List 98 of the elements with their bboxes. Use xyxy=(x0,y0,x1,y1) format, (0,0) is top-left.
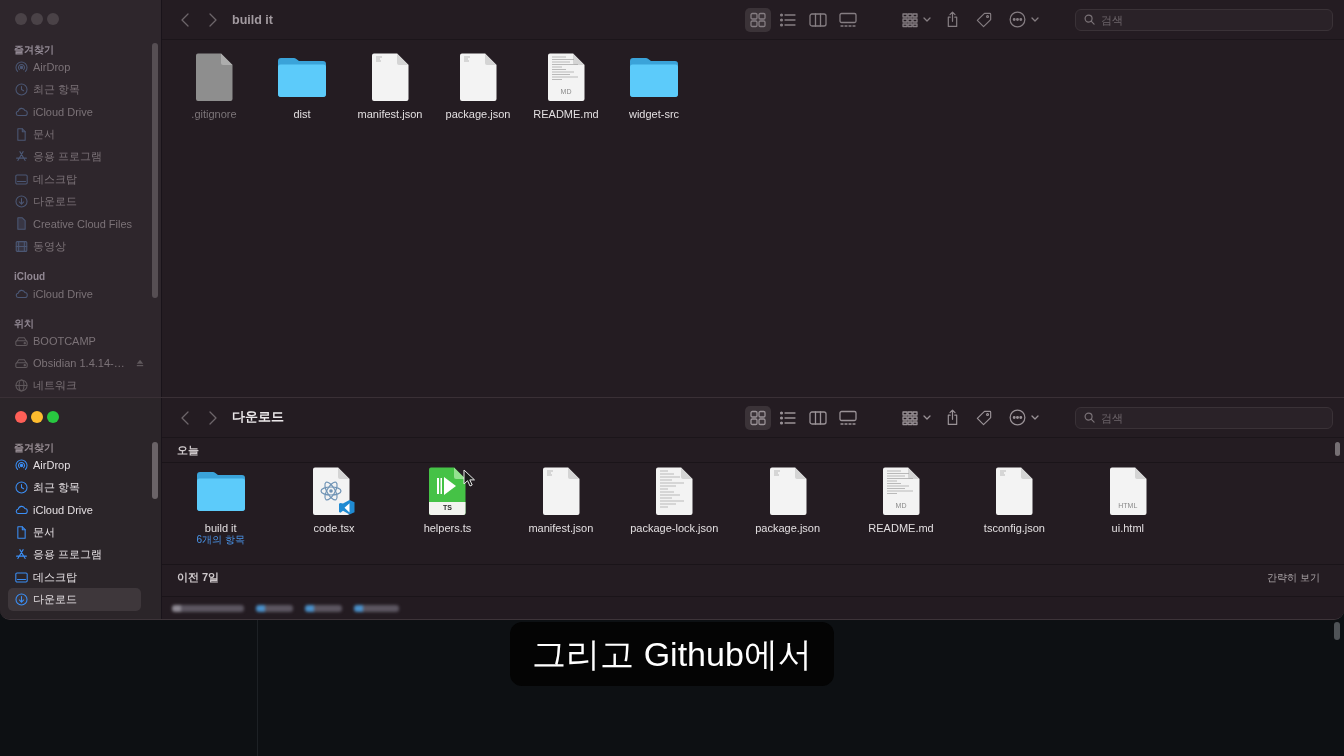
caret-icon xyxy=(922,415,931,420)
clock-icon xyxy=(15,481,28,495)
caret-icon xyxy=(922,17,931,22)
tag-icon xyxy=(976,11,992,28)
section-heading: 이전 7일 xyxy=(177,570,220,585)
file-name[interactable]: package.json xyxy=(755,522,821,534)
caret-icon xyxy=(1031,17,1039,22)
gallery-icon xyxy=(839,11,857,28)
zoom-button[interactable] xyxy=(47,411,59,423)
drive-icon xyxy=(15,334,28,348)
document-icon[interactable] xyxy=(882,467,921,515)
scrollbar-thumb[interactable] xyxy=(1334,622,1340,640)
gallery-icon xyxy=(839,409,857,426)
grid-icon xyxy=(749,409,767,426)
tiles-icon xyxy=(901,11,918,28)
chevron-right-icon xyxy=(209,410,217,425)
caption: 그리고 Github에서 xyxy=(510,622,834,686)
search-icon xyxy=(1084,14,1095,25)
grid-view-button[interactable] xyxy=(745,405,771,430)
sidebar-item[interactable]: 최근 항목 xyxy=(8,476,141,499)
search-icon xyxy=(1084,412,1095,423)
cloud-icon xyxy=(15,503,28,517)
list-icon xyxy=(779,409,797,426)
document-icon[interactable] xyxy=(1108,467,1147,515)
drive-icon xyxy=(15,357,28,370)
document-icon xyxy=(15,127,28,141)
search-field[interactable]: 검색 xyxy=(1075,406,1333,429)
blurred-path-item[interactable] xyxy=(256,604,293,612)
chevron-left-icon xyxy=(181,410,189,425)
monitor-icon xyxy=(15,570,28,584)
play-document-icon[interactable] xyxy=(428,467,467,515)
ellipsis-icon xyxy=(1009,11,1026,28)
document-icon[interactable] xyxy=(541,467,580,515)
blurred-path-item[interactable] xyxy=(172,604,244,612)
eject-icon xyxy=(135,359,144,368)
sidebar-heading: 위치 xyxy=(13,316,35,330)
file-name[interactable]: build it xyxy=(204,522,237,534)
sidebar-heading: 즐겨찾기 xyxy=(13,43,55,56)
atom-document-icon[interactable] xyxy=(312,467,357,515)
sidebar-item[interactable]: 문서 xyxy=(8,521,141,544)
document-icon xyxy=(15,525,28,539)
window-title: 다운로드 xyxy=(232,409,284,426)
show-less-link[interactable]: 간략히 보기 xyxy=(1267,570,1320,585)
download-icon xyxy=(15,195,28,209)
globe-icon xyxy=(15,379,28,393)
back-button[interactable] xyxy=(179,409,191,426)
ellipsis-icon xyxy=(1009,409,1026,426)
sidebar-item[interactable]: iCloud Drive xyxy=(8,498,141,522)
folder-icon[interactable] xyxy=(196,471,245,511)
document-icon xyxy=(15,217,28,231)
file-name[interactable]: package-lock.json xyxy=(630,522,719,534)
item-count: 6개의 항목 xyxy=(196,534,245,546)
arcs-icon xyxy=(15,60,28,74)
window-title: build it xyxy=(232,12,273,27)
list-icon xyxy=(779,11,797,28)
chevron-right-icon xyxy=(209,12,217,27)
download-icon xyxy=(15,593,28,607)
forward-button[interactable] xyxy=(207,409,219,426)
file-name[interactable]: code.tsx xyxy=(313,522,355,534)
apps-icon xyxy=(15,150,28,164)
document-icon[interactable] xyxy=(655,467,694,515)
arcs-icon xyxy=(15,458,28,472)
file-name[interactable]: README.md xyxy=(868,522,934,534)
scrollbar-thumb[interactable] xyxy=(1335,442,1340,456)
monitor-icon xyxy=(15,172,28,186)
sidebar-item[interactable]: 데스크탑 xyxy=(8,565,141,589)
cloud-icon xyxy=(15,105,28,119)
cursor-icon xyxy=(463,469,475,487)
sidebar-heading: iCloud xyxy=(13,269,47,283)
tag-icon xyxy=(976,409,992,426)
file-name[interactable]: helpers.ts xyxy=(423,522,472,534)
film-icon xyxy=(15,239,28,253)
file-name[interactable]: tsconfig.json xyxy=(983,522,1045,534)
clock-icon xyxy=(15,83,28,97)
tiles-icon xyxy=(901,409,918,426)
sidebar-item[interactable]: 다운로드 xyxy=(8,588,141,611)
columns-icon xyxy=(809,11,827,28)
share-icon xyxy=(945,409,959,426)
blurred-path-item[interactable] xyxy=(305,604,342,612)
document-icon[interactable] xyxy=(768,467,807,515)
grid-icon xyxy=(749,11,767,28)
caret-icon xyxy=(1031,415,1039,420)
scrollbar-thumb[interactable] xyxy=(152,442,158,499)
share-icon xyxy=(945,11,959,28)
chevron-left-icon xyxy=(181,12,189,27)
file-name[interactable]: manifest.json xyxy=(528,522,594,534)
apps-icon xyxy=(15,548,28,562)
blurred-path-item[interactable] xyxy=(354,604,399,612)
cloud-icon xyxy=(15,287,28,301)
sidebar-heading: 즐겨찾기 xyxy=(13,441,55,454)
columns-icon xyxy=(809,409,827,426)
section-heading: 오늘 xyxy=(177,442,199,458)
close-button[interactable] xyxy=(15,411,27,423)
sidebar-item[interactable]: 응용 프로그램 xyxy=(8,543,141,566)
minimize-button[interactable] xyxy=(31,411,43,423)
file-name[interactable]: ui.html xyxy=(1111,522,1144,534)
sidebar-item[interactable]: AirDrop xyxy=(8,454,141,477)
document-icon[interactable] xyxy=(995,467,1034,515)
